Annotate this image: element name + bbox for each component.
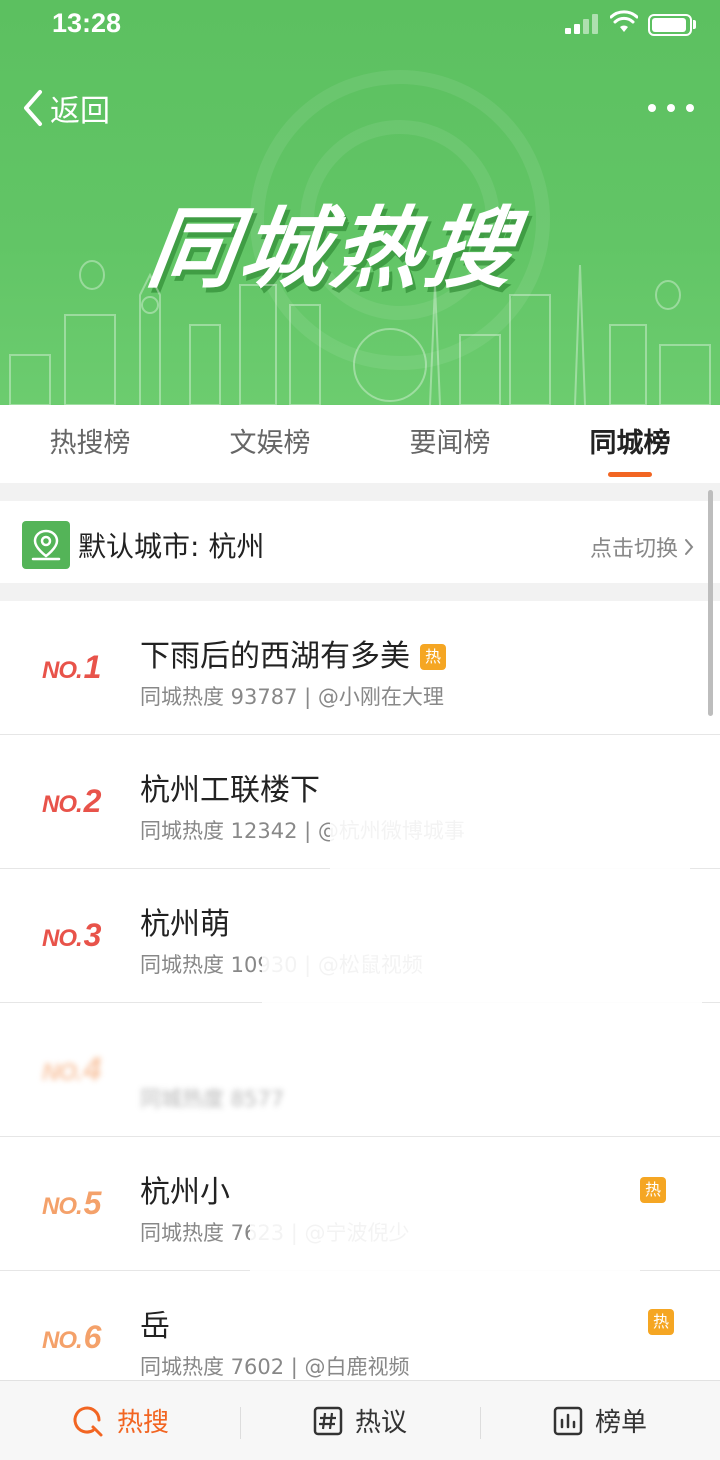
blur-overlay xyxy=(262,869,702,1003)
location-pin-icon xyxy=(22,521,70,569)
signal-icon xyxy=(565,14,599,34)
item-title: 杭州小 xyxy=(140,1175,230,1210)
switch-city-button[interactable]: 点击切换 xyxy=(590,531,694,563)
local-hot-list: NO.1 下雨后的西湖有多美热 同城热度 93787 | @小刚在大理 NO.2… xyxy=(0,601,720,1405)
scrollbar[interactable] xyxy=(708,490,713,716)
bottom-tab-bar: 热搜 热议 榜单 xyxy=(0,1380,720,1460)
item-title: 杭州萌 xyxy=(140,907,230,942)
list-item[interactable]: NO.1 下雨后的西湖有多美热 同城热度 93787 | @小刚在大理 xyxy=(0,601,720,735)
list-item[interactable]: NO.4 同城热度 8577 xyxy=(0,1003,720,1137)
chevron-right-icon xyxy=(685,539,694,555)
rank-number: NO.2 xyxy=(42,783,102,819)
rank-number: NO.6 xyxy=(42,1319,102,1355)
rank-number: NO.4 xyxy=(42,1051,102,1087)
status-bar: 13:28 xyxy=(0,0,720,48)
tab-label: 同城榜 xyxy=(589,428,671,459)
more-button[interactable] xyxy=(648,96,694,120)
tab-bar: 热搜榜 文娱榜 要闻榜 同城榜 xyxy=(0,405,720,483)
list-item[interactable]: NO.3 杭州萌 同城热度 10930 | @松鼠视频 xyxy=(0,869,720,1003)
item-meta: 同城热度 93787 | @小刚在大理 xyxy=(140,685,444,709)
active-tab-indicator xyxy=(608,472,652,477)
back-button[interactable]: 返回 xyxy=(20,86,110,130)
battery-cap xyxy=(693,20,696,29)
bottom-tab-discussion[interactable]: 热议 xyxy=(240,1381,480,1460)
header-banner: 13:28 返回 同城热搜 xyxy=(0,0,720,405)
tab-hot-search[interactable]: 热搜榜 xyxy=(0,405,180,483)
chevron-left-icon xyxy=(24,90,42,126)
item-title: 岳 xyxy=(140,1309,170,1344)
list-item[interactable]: NO.2 杭州工联楼下 同城热度 12342 | @杭州微博城事 xyxy=(0,735,720,869)
default-city-label: 默认城市: 杭州 xyxy=(78,530,265,563)
list-item[interactable]: NO.5 杭州小 同城热度 7623 | @宁波倪少 热 xyxy=(0,1137,720,1271)
item-title: 下雨后的西湖有多美热 xyxy=(140,631,446,675)
battery-icon xyxy=(648,14,692,36)
tab-news[interactable]: 要闻榜 xyxy=(360,405,540,483)
hot-badge: 热 xyxy=(640,1177,666,1203)
bottom-tab-rankings[interactable]: 榜单 xyxy=(480,1381,720,1460)
more-dot-icon xyxy=(648,104,656,112)
search-icon xyxy=(73,1406,103,1436)
tab-label: 要闻榜 xyxy=(409,428,491,459)
blur-overlay xyxy=(250,1137,640,1271)
more-dot-icon xyxy=(667,104,675,112)
back-label: 返回 xyxy=(50,94,110,129)
wifi-icon xyxy=(610,10,638,32)
item-meta: 同城热度 7602 | @白鹿视频 xyxy=(140,1355,410,1379)
chart-icon xyxy=(553,1406,583,1435)
bottom-tab-label: 热议 xyxy=(354,1408,407,1438)
rank-number: NO.3 xyxy=(42,917,102,953)
tab-label: 热搜榜 xyxy=(49,428,131,459)
blur-overlay xyxy=(180,1271,640,1341)
status-time: 13:28 xyxy=(52,8,122,38)
bottom-tab-label: 榜单 xyxy=(594,1408,647,1438)
city-skyline-illustration xyxy=(9,260,711,405)
city-selector[interactable]: 默认城市: 杭州 点击切换 xyxy=(0,501,720,583)
item-title: 杭州工联楼下 xyxy=(140,773,320,808)
tab-local[interactable]: 同城榜 xyxy=(540,405,720,483)
hot-badge: 热 xyxy=(420,644,446,670)
hashtag-icon xyxy=(313,1406,343,1435)
bottom-tab-label: 热搜 xyxy=(116,1408,169,1438)
tab-entertainment[interactable]: 文娱榜 xyxy=(180,405,360,483)
tab-label: 文娱榜 xyxy=(229,428,311,459)
more-dot-icon xyxy=(686,104,694,112)
rank-number: NO.1 xyxy=(42,649,102,685)
switch-city-label: 点击切换 xyxy=(589,537,678,562)
blur-overlay xyxy=(330,735,690,869)
hot-badge: 热 xyxy=(648,1309,674,1335)
rank-number: NO.5 xyxy=(42,1185,102,1221)
page: 13:28 返回 同城热搜 热搜榜 文娱榜 要闻榜 同城榜 默认城市: 杭州 点… xyxy=(0,0,720,1460)
bottom-tab-hot-search[interactable]: 热搜 xyxy=(0,1381,240,1460)
item-meta: 同城热度 8577 xyxy=(140,1087,285,1111)
